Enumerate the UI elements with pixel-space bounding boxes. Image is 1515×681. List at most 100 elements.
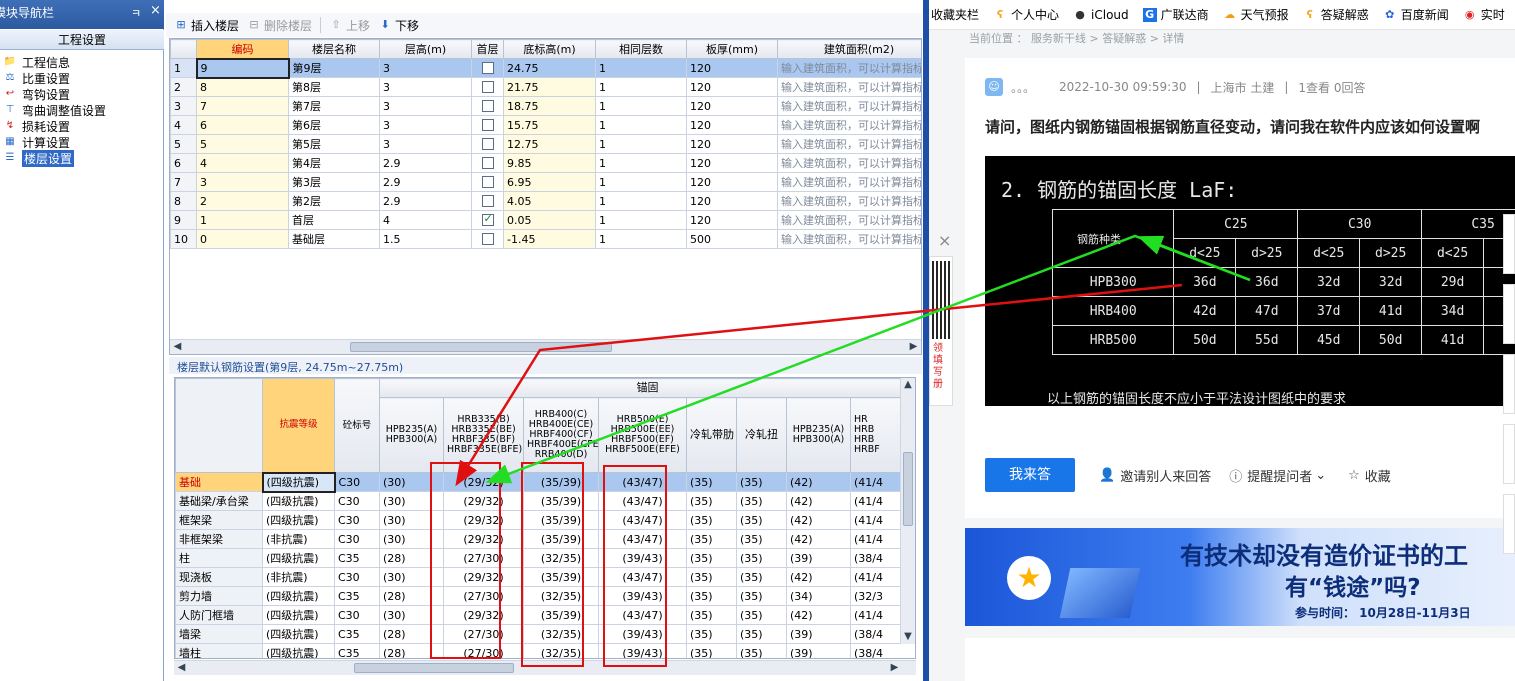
cell-f[interactable]: (35) [736, 529, 787, 549]
cell-elev[interactable]: 24.75 [503, 58, 596, 78]
cell-first[interactable] [471, 172, 504, 192]
cell-code[interactable]: 8 [196, 77, 289, 97]
nav-item-project-info[interactable]: 📁 工程信息 [2, 54, 70, 70]
cell-f[interactable]: (35) [736, 643, 787, 658]
cell-first[interactable] [471, 153, 504, 173]
cell-conc[interactable]: C30 [334, 472, 380, 492]
cell-area[interactable]: 输入建筑面积，可以计算指标 [777, 210, 921, 230]
scroll-up-icon[interactable]: ▲ [901, 378, 915, 392]
cell-h[interactable]: (38/4 [850, 643, 915, 658]
cell-g[interactable]: (42) [786, 472, 851, 492]
cell-height[interactable]: 2.9 [379, 191, 472, 211]
cell-name[interactable]: 首层 [288, 210, 380, 230]
cell-name[interactable]: 第7层 [288, 96, 380, 116]
cell-name[interactable]: 第3层 [288, 172, 380, 192]
cell-same[interactable]: 1 [595, 134, 687, 154]
ad-banner[interactable]: ★ 有技术却没有造价证书的工 有“钱途”吗? 参与时间： 10月28日-11月3… [965, 528, 1515, 626]
header-height[interactable]: 层高(m) [379, 39, 472, 59]
cell-thick[interactable]: 120 [686, 115, 778, 135]
header-concrete[interactable]: 砼标号 [334, 378, 380, 473]
cell-seismic[interactable]: (四级抗震) [262, 586, 335, 606]
cell-category[interactable]: 人防门框墙 [175, 605, 263, 625]
cell-first[interactable] [471, 58, 504, 78]
first-floor-checkbox[interactable] [481, 99, 494, 112]
scroll-thumb[interactable] [903, 452, 913, 526]
cell-category[interactable]: 基础梁/承台梁 [175, 491, 263, 511]
header-cold-ribbed[interactable]: 冷轧带肋 [686, 397, 737, 473]
cell-height[interactable]: 3 [379, 58, 472, 78]
cell-conc[interactable]: C30 [334, 529, 380, 549]
cell-area[interactable]: 输入建筑面积，可以计算指标 [777, 58, 921, 78]
cell-first[interactable] [471, 96, 504, 116]
cell-f[interactable]: (35) [736, 548, 787, 568]
cell-code[interactable]: 5 [196, 134, 289, 154]
invite-button[interactable]: 👤 邀请别人来回答 [1099, 466, 1211, 485]
cell-g[interactable]: (42) [786, 529, 851, 549]
header-elev[interactable]: 底标高(m) [503, 39, 596, 59]
cell-code[interactable]: 4 [196, 153, 289, 173]
cell-conc[interactable]: C35 [334, 548, 380, 568]
rebar-table-vscroll[interactable]: ▲ ▼ [900, 378, 915, 644]
cell-first[interactable] [471, 229, 504, 249]
cell-seismic[interactable]: (四级抗震) [261, 471, 336, 493]
cell-thick[interactable]: 120 [686, 77, 778, 97]
cell-conc[interactable]: C35 [334, 624, 380, 644]
first-floor-checkbox[interactable] [481, 175, 494, 188]
cell-e[interactable]: (35) [686, 643, 737, 658]
cell-g[interactable]: (39) [786, 624, 851, 644]
cell-height[interactable]: 1.5 [379, 229, 472, 249]
cell-area[interactable]: 输入建筑面积，可以计算指标 [777, 77, 921, 97]
cell-g[interactable]: (39) [786, 548, 851, 568]
cell-area[interactable]: 输入建筑面积，可以计算指标 [777, 115, 921, 135]
first-floor-checkbox-checked[interactable] [481, 212, 494, 226]
cell-area[interactable]: 输入建筑面积，可以计算指标 [777, 96, 921, 116]
float-tab[interactable] [1503, 494, 1515, 554]
header-cold-twisted[interactable]: 冷轧扭 [736, 397, 787, 473]
close-icon[interactable]: × [150, 3, 161, 18]
cell-seismic[interactable]: (四级抗震) [262, 510, 335, 530]
cell-e[interactable]: (35) [686, 529, 737, 549]
cell-f[interactable]: (35) [736, 510, 787, 530]
nav-item-bend[interactable]: ⊤ 弯曲调整值设置 [2, 102, 106, 118]
first-floor-checkbox[interactable] [481, 118, 494, 131]
avatar[interactable]: ☺ [985, 78, 1003, 96]
cell-e[interactable]: (35) [686, 510, 737, 530]
cell-same[interactable]: 1 [595, 77, 687, 97]
cell-thick[interactable]: 120 [686, 172, 778, 192]
cell-g[interactable]: (42) [786, 491, 851, 511]
cell-height[interactable]: 3 [379, 115, 472, 135]
cell-conc[interactable]: C35 [334, 586, 380, 606]
cell-same[interactable]: 1 [595, 229, 687, 249]
cell-elev[interactable]: -1.45 [503, 229, 596, 249]
bookmark-baidu[interactable]: ✿ 百度新闻 [1383, 6, 1449, 23]
nav-item-floor[interactable]: ☰ 楼层设置 [2, 149, 75, 167]
cell-height[interactable]: 2.9 [379, 153, 472, 173]
cell-area[interactable]: 输入建筑面积，可以计算指标 [777, 229, 921, 249]
cell-same[interactable]: 1 [595, 153, 687, 173]
remind-button[interactable]: ⓘ 提醒提问者 ⌄ [1229, 466, 1326, 485]
cell-name[interactable]: 第2层 [288, 191, 380, 211]
cell-category[interactable]: 墙梁 [175, 624, 263, 644]
cell-thick[interactable]: 500 [686, 229, 778, 249]
cell-code[interactable]: 0 [196, 229, 289, 249]
cell-code[interactable]: 9 [195, 57, 290, 79]
table-row[interactable]: 6 4 第4层 2.9 9.85 1 120 输入建筑面积，可以计算指标 [170, 153, 921, 173]
cell-same[interactable]: 1 [595, 172, 687, 192]
move-down-button[interactable]: ⬇ 下移 [378, 17, 419, 34]
cell-thick[interactable]: 120 [686, 58, 778, 78]
cell-category[interactable]: 柱 [175, 548, 263, 568]
cell-elev[interactable]: 9.85 [503, 153, 596, 173]
cell-name[interactable]: 第6层 [288, 115, 380, 135]
cell-f[interactable]: (35) [736, 491, 787, 511]
bookmark-glodon[interactable]: G 广联达商 [1142, 6, 1209, 23]
scroll-right-icon[interactable]: ▶ [906, 340, 921, 354]
cell-elev[interactable]: 15.75 [503, 115, 596, 135]
cell-same[interactable]: 1 [595, 210, 687, 230]
cell-code[interactable]: 6 [196, 115, 289, 135]
cell-name[interactable]: 第8层 [288, 77, 380, 97]
cell-name[interactable]: 第5层 [288, 134, 380, 154]
scroll-right-icon[interactable]: ▶ [887, 661, 902, 675]
first-floor-checkbox[interactable] [481, 194, 494, 207]
cell-height[interactable]: 3 [379, 134, 472, 154]
bookmark-realtime[interactable]: ◉ 实时 [1463, 6, 1505, 23]
